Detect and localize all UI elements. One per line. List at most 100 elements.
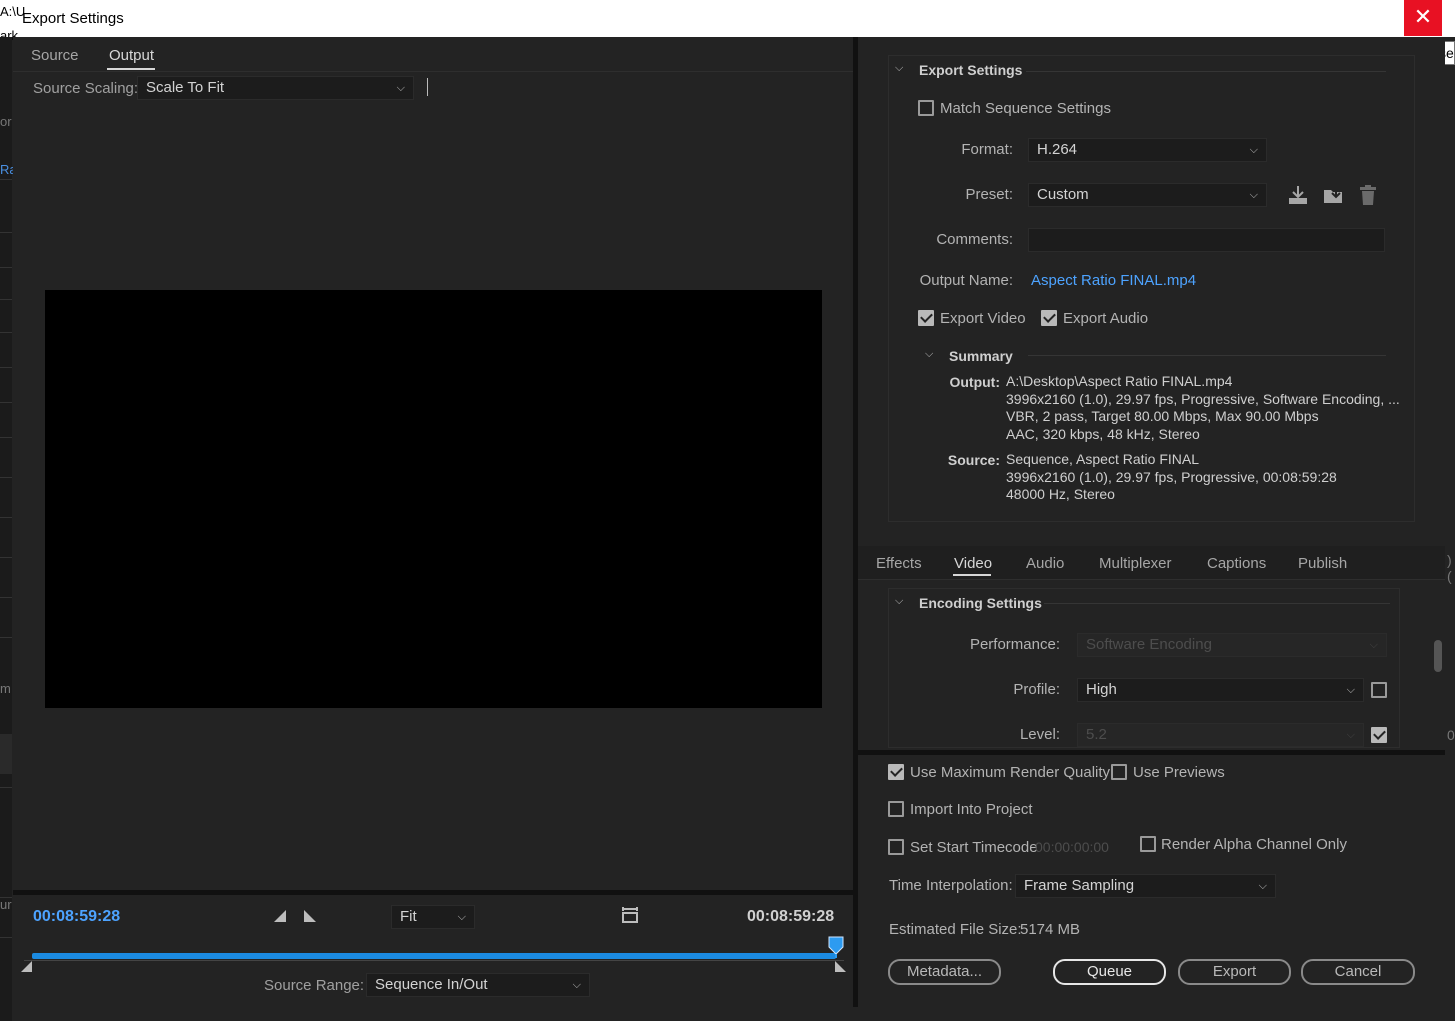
profile-label: Profile: — [1013, 681, 1060, 698]
background-window-fragment: )( — [1447, 552, 1452, 584]
collapse-chevron-icon[interactable]: ⌵ — [895, 595, 903, 608]
set-start-timecode-label: Set Start Timecode — [910, 839, 1038, 856]
comments-label: Comments: — [936, 231, 1013, 248]
chevron-down-icon: ⌵ — [572, 979, 581, 991]
save-preset-icon[interactable] — [1287, 184, 1309, 209]
cancel-button[interactable]: Cancel — [1301, 959, 1415, 985]
background-app-strip: or Ra m ur — [0, 37, 17, 1021]
comments-input[interactable] — [1028, 228, 1385, 252]
level-dropdown: 5.2 ⌵ — [1077, 723, 1364, 747]
timeline-baseline — [24, 960, 844, 961]
close-button[interactable]: ✕ — [1404, 0, 1442, 36]
chevron-down-icon: ⌵ — [1249, 189, 1258, 201]
encoding-settings-title: Encoding Settings — [919, 595, 1042, 611]
checkbox-box — [918, 310, 934, 326]
preset-dropdown[interactable]: Custom ⌵ — [1028, 183, 1267, 207]
format-dropdown[interactable]: H.264 ⌵ — [1028, 138, 1267, 162]
summary-source-lines: Sequence, Aspect Ratio FINAL 3996x2160 (… — [1006, 451, 1337, 504]
checkbox-box — [1371, 727, 1387, 743]
use-previews-checkbox[interactable] — [1111, 764, 1127, 783]
active-tab-indicator — [107, 68, 155, 70]
start-timecode-value: 00:00:00:00 — [1035, 839, 1109, 855]
import-into-project-checkbox[interactable] — [888, 801, 904, 820]
delete-preset-icon[interactable] — [1357, 184, 1379, 209]
set-out-point-icon[interactable] — [303, 909, 317, 926]
export-video-label: Export Video — [940, 310, 1026, 327]
level-checkbox[interactable] — [1371, 727, 1387, 746]
tab-output[interactable]: Output — [109, 47, 154, 64]
close-icon: ✕ — [1413, 4, 1433, 29]
time-interpolation-dropdown[interactable]: Frame Sampling ⌵ — [1015, 874, 1276, 898]
chevron-down-icon: ⌵ — [1346, 684, 1355, 696]
summary-line: 3996x2160 (1.0), 29.97 fps, Progressive,… — [1006, 390, 1400, 407]
max-render-quality-checkbox[interactable] — [888, 764, 904, 783]
checkbox-box — [888, 764, 904, 780]
source-scaling-dropdown[interactable]: Scale To Fit ⌵ — [137, 76, 414, 100]
chevron-down-icon: ⌵ — [396, 82, 405, 94]
summary-source-key: Source: — [947, 452, 1000, 468]
collapse-chevron-icon[interactable]: ⌵ — [925, 348, 933, 361]
chevron-down-icon: ⌵ — [1369, 639, 1378, 651]
playhead-handle[interactable] — [828, 936, 844, 961]
profile-dropdown[interactable]: High ⌵ — [1077, 678, 1364, 702]
file-size-value: 5174 MB — [1020, 921, 1081, 938]
video-preview — [45, 290, 822, 708]
zoom-dropdown[interactable]: Fit ⌵ — [391, 905, 475, 929]
chevron-down-icon: ⌵ — [1346, 729, 1355, 741]
checkbox-box — [1041, 310, 1057, 326]
output-name-link[interactable]: Aspect Ratio FINAL.mp4 — [1031, 272, 1196, 289]
export-audio-checkbox[interactable] — [1041, 310, 1057, 329]
background-window-fragment: m — [0, 681, 11, 696]
match-sequence-checkbox[interactable] — [918, 100, 934, 119]
summary-output-lines: A:\Desktop\Aspect Ratio FINAL.mp4 3996x2… — [1006, 373, 1400, 443]
export-video-checkbox[interactable] — [918, 310, 934, 329]
chevron-down-icon: ⌵ — [1258, 880, 1267, 892]
preset-label: Preset: — [965, 186, 1013, 203]
tab-audio[interactable]: Audio — [1026, 555, 1064, 572]
timeline-range-bar[interactable] — [32, 953, 836, 959]
collapse-chevron-icon[interactable]: ⌵ — [895, 62, 903, 75]
export-audio-label: Export Audio — [1063, 310, 1149, 327]
checkbox-box — [1140, 836, 1156, 852]
settings-scrollbar-thumb[interactable] — [1434, 640, 1442, 672]
tab-multiplexer[interactable]: Multiplexer — [1099, 555, 1172, 572]
checkbox-box — [888, 839, 904, 855]
in-point-handle[interactable] — [20, 960, 33, 976]
tab-video[interactable]: Video — [954, 555, 992, 572]
window-title: Export Settings — [22, 10, 124, 27]
background-window-fragment: or — [0, 114, 12, 129]
render-alpha-checkbox[interactable] — [1140, 836, 1156, 855]
export-button[interactable]: Export — [1178, 959, 1291, 985]
max-render-quality-label: Use Maximum Render Quality — [910, 764, 1111, 781]
checkbox-box — [918, 100, 934, 116]
set-start-timecode-checkbox[interactable] — [888, 839, 904, 858]
queue-button[interactable]: Queue — [1053, 959, 1166, 985]
text-cursor — [427, 78, 428, 96]
profile-value: High — [1086, 681, 1117, 698]
export-settings-title: Export Settings — [919, 62, 1023, 78]
checkbox-box — [1111, 764, 1127, 780]
import-preset-icon[interactable] — [1322, 184, 1346, 209]
divider — [13, 71, 853, 72]
divider — [858, 750, 1445, 755]
summary-line: A:\Desktop\Aspect Ratio FINAL.mp4 — [1006, 373, 1233, 389]
file-size-label: Estimated File Size: — [889, 921, 1022, 938]
source-range-dropdown[interactable]: Sequence In/Out ⌵ — [366, 973, 590, 997]
import-into-project-label: Import Into Project — [910, 801, 1033, 818]
profile-checkbox[interactable] — [1371, 682, 1387, 701]
format-label: Format: — [961, 141, 1013, 158]
aspect-crop-icon[interactable] — [619, 906, 641, 931]
output-name-label: Output Name: — [919, 272, 1013, 289]
tab-captions[interactable]: Captions — [1207, 555, 1266, 572]
background-window-fragment: 0 — [1447, 727, 1455, 743]
summary-line: VBR, 2 pass, Target 80.00 Mbps, Max 90.0… — [1006, 408, 1319, 424]
tab-publish[interactable]: Publish — [1298, 555, 1347, 572]
metadata-button[interactable]: Metadata... — [888, 959, 1001, 985]
out-point-handle[interactable] — [834, 960, 847, 976]
current-timecode[interactable]: 00:08:59:28 — [33, 908, 120, 926]
set-in-point-icon[interactable] — [273, 909, 287, 926]
divider — [1044, 603, 1390, 604]
active-tab-indicator — [953, 574, 991, 576]
tab-source[interactable]: Source — [31, 47, 79, 64]
tab-effects[interactable]: Effects — [876, 555, 922, 572]
